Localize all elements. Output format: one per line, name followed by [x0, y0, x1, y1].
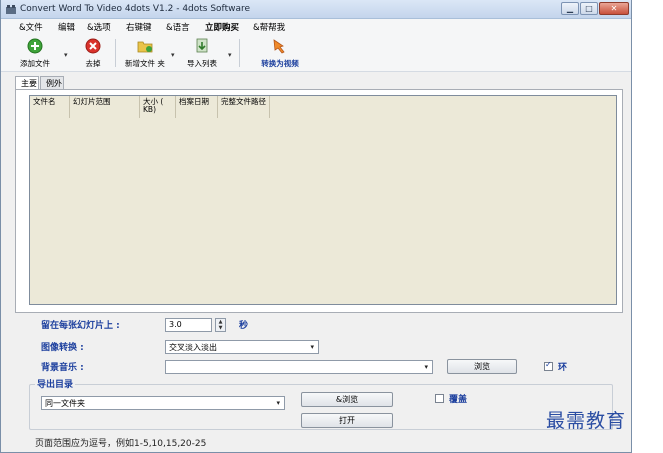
file-list-header: 文件名 幻灯片范围 大小 ( KB) 档案日期 完整文件路径 — [30, 96, 270, 118]
per-slide-spinner[interactable]: ▲ ▼ — [215, 318, 226, 332]
column-size[interactable]: 大小 ( KB) — [140, 96, 176, 118]
loop-checkbox[interactable] — [544, 360, 553, 371]
toolbar-separator — [115, 39, 116, 67]
add-file-dropdown-icon[interactable]: ▾ — [64, 51, 68, 59]
import-list-button[interactable]: 导入列表 — [179, 35, 225, 70]
maximize-button[interactable]: □ — [580, 2, 598, 15]
page-range-hint: 页面范围应为逗号，例如1-5,10,15,20-25 — [35, 439, 207, 449]
music-select[interactable]: ▾ — [165, 360, 433, 374]
per-slide-label: 留在每张幻灯片上 : — [41, 321, 120, 331]
app-window: Convert Word To Video 4dots V1.2 - 4dots… — [0, 0, 632, 453]
menu-help[interactable]: &帮帮我 — [253, 21, 285, 33]
menu-file[interactable]: &文件 — [19, 21, 43, 33]
window-title: Convert Word To Video 4dots V1.2 - 4dots… — [20, 4, 251, 14]
chevron-down-icon: ▾ — [276, 399, 280, 407]
menu-language[interactable]: &语言 — [166, 21, 190, 33]
chevron-down-icon: ▾ — [310, 343, 314, 351]
minimize-icon: ▁ — [566, 4, 574, 13]
remove-label: 去掉 — [85, 59, 101, 68]
remove-button[interactable]: 去掉 — [76, 35, 110, 70]
app-icon — [6, 5, 16, 14]
file-list[interactable]: 文件名 幻灯片范围 大小 ( KB) 档案日期 完整文件路径 — [29, 95, 617, 305]
convert-to-video-label: 转换为视频 — [261, 59, 299, 68]
convert-arrow-icon — [273, 39, 285, 54]
import-list-icon — [196, 38, 208, 53]
menu-options[interactable]: &选项 — [87, 21, 111, 33]
new-folder-dropdown-icon[interactable]: ▾ — [171, 51, 175, 59]
toolbar-separator — [239, 39, 240, 67]
add-file-label: 添加文件 — [20, 59, 50, 68]
add-file-button[interactable]: 添加文件 — [15, 35, 55, 70]
per-slide-unit: 秒 — [239, 321, 249, 331]
output-group-label: 导出目录 — [35, 377, 76, 390]
output-folder-value: 同一文件夹 — [45, 399, 85, 408]
new-folder-button[interactable]: 新增文件 夹 — [120, 35, 170, 70]
tab-exceptions[interactable]: 例外 — [40, 76, 64, 89]
loop-label: 环 — [558, 363, 568, 373]
browse-music-button[interactable]: 浏览 — [447, 359, 517, 374]
main-tab-panel: 文件名 幻灯片范围 大小 ( KB) 档案日期 完整文件路径 — [15, 89, 623, 313]
add-icon — [27, 38, 43, 54]
convert-to-video-button[interactable]: 转换为视频 — [252, 35, 308, 70]
column-file-date[interactable]: 档案日期 — [176, 96, 218, 118]
music-label: 背景音乐 : — [41, 363, 84, 373]
menu-edit[interactable]: 编辑 — [58, 21, 75, 33]
menu-context[interactable]: 右键键 — [126, 21, 152, 33]
chevron-down-icon: ▾ — [424, 363, 428, 371]
tab-main[interactable]: 主要 — [15, 76, 39, 90]
transition-label: 图像转换 : — [41, 343, 84, 353]
column-full-path[interactable]: 完整文件路径 — [218, 96, 270, 118]
toolbar: 添加文件 ▾ 去掉 新增文件 夹 ▾ 导入列表 ▾ 转换为视频 — [1, 34, 631, 72]
remove-icon — [85, 38, 101, 54]
title-bar[interactable]: Convert Word To Video 4dots V1.2 - 4dots… — [1, 0, 631, 19]
close-button[interactable]: ✕ — [599, 2, 629, 15]
watermark-text: 最需教育 — [546, 410, 627, 432]
maximize-icon: □ — [585, 4, 593, 13]
transition-value: 交叉淡入淡出 — [169, 343, 217, 352]
column-slide-range[interactable]: 幻灯片范围 — [70, 96, 140, 118]
open-output-button[interactable]: 打开 — [301, 413, 393, 428]
minimize-button[interactable]: ▁ — [561, 2, 579, 15]
import-list-label: 导入列表 — [187, 59, 217, 68]
new-folder-label: 新增文件 夹 — [125, 59, 165, 68]
import-list-dropdown-icon[interactable]: ▾ — [228, 51, 232, 59]
window-controls: ▁ □ ✕ — [560, 2, 629, 15]
overwrite-checkbox[interactable] — [435, 394, 444, 403]
browse-output-button[interactable]: &浏览 — [301, 392, 393, 407]
menu-bar: &文件 编辑 &选项 右键键 &语言 立即购买 &帮帮我 — [1, 19, 631, 34]
transition-select[interactable]: 交叉淡入淡出 ▾ — [165, 340, 319, 354]
per-slide-input[interactable]: 3.0 — [165, 318, 212, 332]
close-icon: ✕ — [610, 4, 618, 13]
column-filename[interactable]: 文件名 — [30, 96, 70, 118]
folder-add-icon — [137, 41, 153, 53]
overwrite-label: 覆盖 — [449, 395, 468, 405]
menu-buy-now[interactable]: 立即购买 — [205, 21, 239, 33]
output-folder-select[interactable]: 同一文件夹 ▾ — [41, 396, 285, 410]
